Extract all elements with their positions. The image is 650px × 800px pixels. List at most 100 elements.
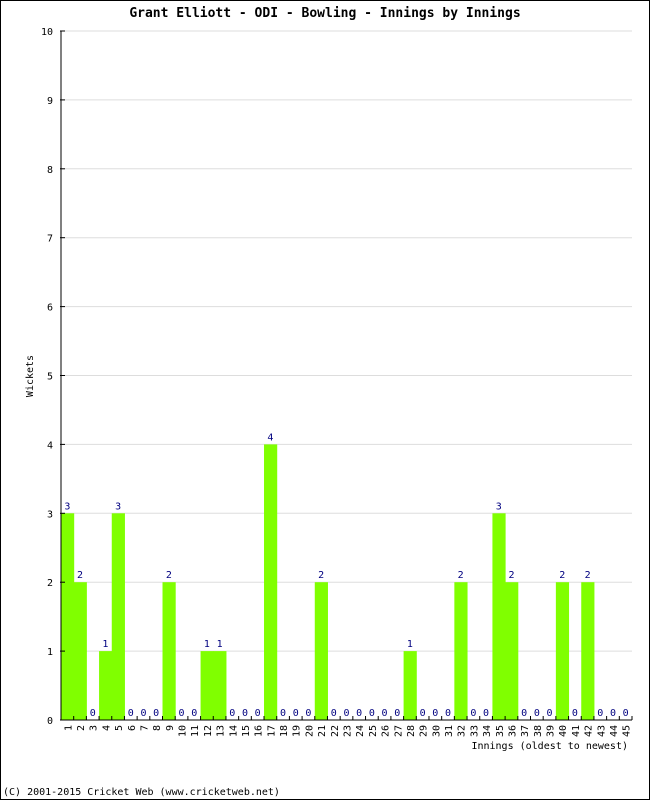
data-label: 1 xyxy=(407,639,413,650)
data-label: 0 xyxy=(179,708,185,719)
x-tick-label: 9 xyxy=(165,725,176,731)
data-label: 1 xyxy=(102,639,108,650)
bar xyxy=(264,444,278,720)
x-axis-label: Innings (oldest to newest) xyxy=(471,741,628,752)
bar-chart: Grant Elliott - ODI - Bowling - Innings … xyxy=(25,6,633,752)
y-tick-label: 3 xyxy=(47,509,53,520)
data-label: 0 xyxy=(128,708,134,719)
data-label: 2 xyxy=(508,570,514,581)
x-tick-label: 5 xyxy=(114,725,125,731)
x-tick-label: 24 xyxy=(355,725,366,737)
x-tick-label: 13 xyxy=(216,725,227,737)
x-tick-label: 14 xyxy=(228,725,239,737)
x-tick-label: 16 xyxy=(254,725,265,737)
bar xyxy=(314,582,328,720)
x-tick-label: 29 xyxy=(419,725,430,737)
x-tick-label: 11 xyxy=(190,725,201,737)
data-label: 2 xyxy=(77,570,83,581)
x-tick-label: 38 xyxy=(533,725,544,737)
y-tick-label: 7 xyxy=(47,234,53,245)
x-tick-label: 12 xyxy=(203,725,214,737)
x-tick-label: 27 xyxy=(393,725,404,737)
x-tick-label: 31 xyxy=(444,725,455,737)
x-tick-label: 28 xyxy=(406,725,417,737)
x-tick-label: 40 xyxy=(558,725,569,737)
x-tick-label: 17 xyxy=(266,725,277,737)
data-label: 0 xyxy=(610,708,616,719)
copyright-footer: (C) 2001-2015 Cricket Web (www.cricketwe… xyxy=(3,787,280,798)
data-labels: 320130 0 020 01 10 0 040 0 020 0 0 0 0 010 0 020 0320 0 02… xyxy=(64,432,628,719)
bar xyxy=(99,651,113,720)
data-label: 0 xyxy=(547,708,553,719)
data-label: 3 xyxy=(64,501,70,512)
bar xyxy=(73,582,87,720)
data-label: 0 xyxy=(369,708,375,719)
x-tick-label: 43 xyxy=(596,725,607,737)
y-tick-label: 4 xyxy=(47,440,53,451)
data-label: 0 xyxy=(280,708,286,719)
data-label: 0 xyxy=(470,708,476,719)
data-label: 4 xyxy=(267,432,273,443)
data-label: 0 xyxy=(343,708,349,719)
data-label: 3 xyxy=(496,501,502,512)
data-label: 0 xyxy=(191,708,197,719)
y-tick-label: 1 xyxy=(47,647,53,658)
y-tick-label: 10 xyxy=(41,27,53,38)
chart-title: Grant Elliott - ODI - Bowling - Innings … xyxy=(129,6,520,21)
bar xyxy=(505,582,519,720)
data-label: 0 xyxy=(242,708,248,719)
data-label: 2 xyxy=(559,570,565,581)
data-label: 1 xyxy=(217,639,223,650)
data-label: 3 xyxy=(115,501,121,512)
bar xyxy=(581,582,595,720)
x-tick-label: 34 xyxy=(482,725,493,737)
data-label: 0 xyxy=(140,708,146,719)
y-tick-label: 9 xyxy=(47,96,53,107)
data-label: 0 xyxy=(534,708,540,719)
x-tick-label: 36 xyxy=(507,725,518,737)
bar xyxy=(200,651,214,720)
x-tick-label: 2 xyxy=(76,725,87,731)
data-label: 2 xyxy=(318,570,324,581)
x-tick-labels: 1 2 3 4 5 6 7 8 9 10 11 12 13 14 15 16 17 18 19 20 21 22 23 24 2… xyxy=(63,725,632,737)
y-tick-labels: 0 1 2 3 4 5 6 7 8 9 10 xyxy=(41,27,53,727)
data-label: 0 xyxy=(331,708,337,719)
data-label: 0 xyxy=(521,708,527,719)
x-tick-label: 15 xyxy=(241,725,252,737)
data-label: 0 xyxy=(229,708,235,719)
data-label: 0 xyxy=(153,708,159,719)
x-tick-label: 37 xyxy=(520,725,531,737)
x-tick-label: 3 xyxy=(89,725,100,731)
data-label: 0 xyxy=(445,708,451,719)
x-tick-label: 23 xyxy=(343,725,354,737)
y-tick-label: 6 xyxy=(47,303,53,314)
data-label: 0 xyxy=(382,708,388,719)
x-tick-label: 30 xyxy=(431,725,442,737)
x-tick-label: 21 xyxy=(317,725,328,737)
data-label: 0 xyxy=(572,708,578,719)
data-label: 0 xyxy=(432,708,438,719)
x-tick-label: 10 xyxy=(178,725,189,737)
x-tick-label: 45 xyxy=(622,725,633,737)
data-label: 0 xyxy=(255,708,261,719)
bar xyxy=(403,651,417,720)
x-tick-label: 26 xyxy=(381,725,392,737)
x-tick-label: 42 xyxy=(584,725,595,737)
x-tick-label: 18 xyxy=(279,725,290,737)
data-label: 0 xyxy=(90,708,96,719)
x-tick-label: 20 xyxy=(304,725,315,737)
bar xyxy=(213,651,227,720)
x-tick-label: 35 xyxy=(495,725,506,737)
y-axis-label: Wickets xyxy=(25,355,36,397)
y-tick-label: 0 xyxy=(47,716,53,727)
bar xyxy=(555,582,570,720)
bar xyxy=(162,582,176,720)
data-label: 0 xyxy=(305,708,311,719)
gridlines xyxy=(61,30,632,652)
data-label: 0 xyxy=(483,708,489,719)
data-label: 2 xyxy=(166,570,172,581)
data-label: 0 xyxy=(623,708,629,719)
x-tick-label: 41 xyxy=(571,725,582,737)
x-tick-label: 44 xyxy=(609,725,620,737)
x-tick-label: 6 xyxy=(127,725,138,731)
